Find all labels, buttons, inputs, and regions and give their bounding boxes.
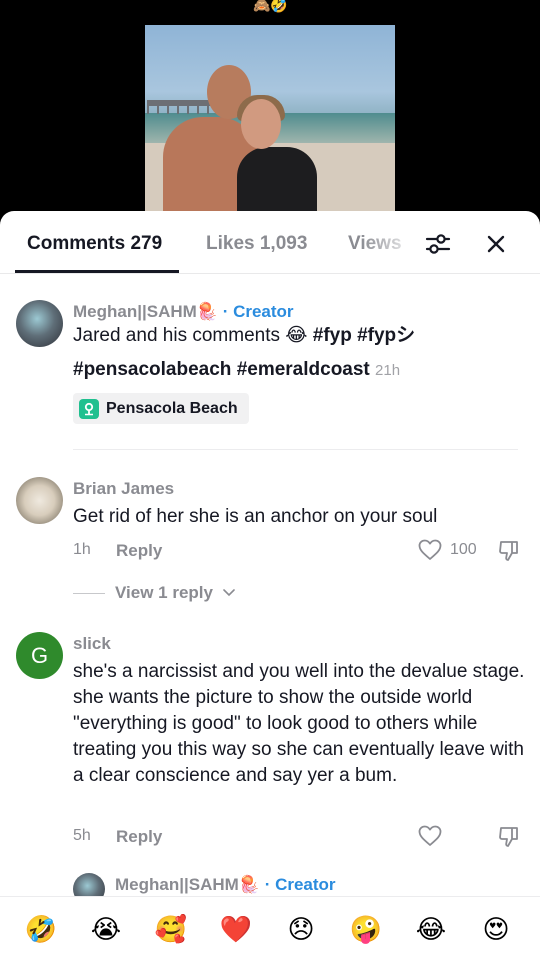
timestamp: 21h [375, 362, 401, 379]
emoji-heart-eyes[interactable]: 😍 [478, 911, 514, 947]
active-tab-indicator [15, 270, 179, 273]
avatar[interactable] [16, 300, 63, 347]
tab-comments[interactable]: Comments 279 [27, 233, 162, 255]
close-icon[interactable] [481, 229, 511, 259]
reply-button[interactable]: Reply [116, 827, 162, 847]
creator-label: · Creator [264, 875, 336, 894]
emoji-hearts-face[interactable]: 🥰 [153, 911, 189, 947]
chevron-down-icon [223, 589, 235, 597]
comments-sheet: Comments 279 Likes 1,093 Views Meghan||S… [0, 211, 540, 960]
emoji-joy[interactable]: 😂 [413, 911, 449, 947]
creator-label: · Creator [222, 302, 294, 321]
like-button[interactable]: 100 [418, 539, 477, 561]
emoji-zany[interactable]: 🤪 [348, 911, 384, 947]
username[interactable]: Meghan||SAHM🪼 [73, 302, 218, 321]
comment-text: she's a narcissist and you well into the… [73, 661, 525, 786]
emoji-disappointed[interactable]: 😞 [283, 911, 319, 947]
emoji-reaction-bar: 🤣 😭 🥰 ❤️ 😞 🤪 😂 😍 [0, 896, 540, 960]
comment-text: Get rid of her she is an anchor on your … [73, 506, 438, 527]
location-tag[interactable]: Pensacola Beach [73, 393, 249, 424]
username[interactable]: slick [73, 634, 111, 654]
location-label: Pensacola Beach [106, 399, 238, 417]
tab-fade [360, 221, 420, 266]
view-replies-button[interactable]: View 1 reply [73, 583, 235, 603]
divider [73, 449, 518, 450]
emoji-red-heart[interactable]: ❤️ [218, 911, 254, 947]
video-thumbnail[interactable] [145, 25, 395, 215]
comment-text: Jared and his comments 😂 #fyp #fypシ #pen… [73, 325, 416, 380]
avatar[interactable] [16, 477, 63, 524]
video-background: 🙈🤣 [0, 0, 540, 230]
hashtags[interactable]: #pensacolabeach #emeraldcoast [73, 359, 370, 380]
like-count: 100 [450, 541, 477, 558]
username[interactable]: Brian James [73, 479, 174, 499]
reply-button[interactable]: Reply [116, 541, 162, 561]
dislike-icon[interactable] [497, 825, 521, 854]
avatar[interactable]: G [16, 632, 63, 679]
tab-likes[interactable]: Likes 1,093 [206, 233, 307, 255]
filter-icon[interactable] [423, 229, 453, 259]
emoji-rofl[interactable]: 🤣 [23, 911, 59, 947]
emoji-crying[interactable]: 😭 [88, 911, 124, 947]
timestamp: 1h [73, 541, 91, 558]
hashtags[interactable]: #fyp #fypシ [313, 325, 415, 346]
location-pin-icon [79, 398, 99, 419]
timestamp: 5h [73, 827, 91, 844]
heart-icon [418, 539, 442, 560]
comment-tabs: Comments 279 Likes 1,093 Views [0, 211, 540, 274]
username[interactable]: Meghan||SAHM🪼 [115, 875, 260, 894]
like-button[interactable] [418, 825, 442, 847]
dislike-icon[interactable] [497, 539, 521, 568]
video-caption-emoji: 🙈🤣 [253, 0, 288, 13]
heart-icon [418, 825, 442, 846]
